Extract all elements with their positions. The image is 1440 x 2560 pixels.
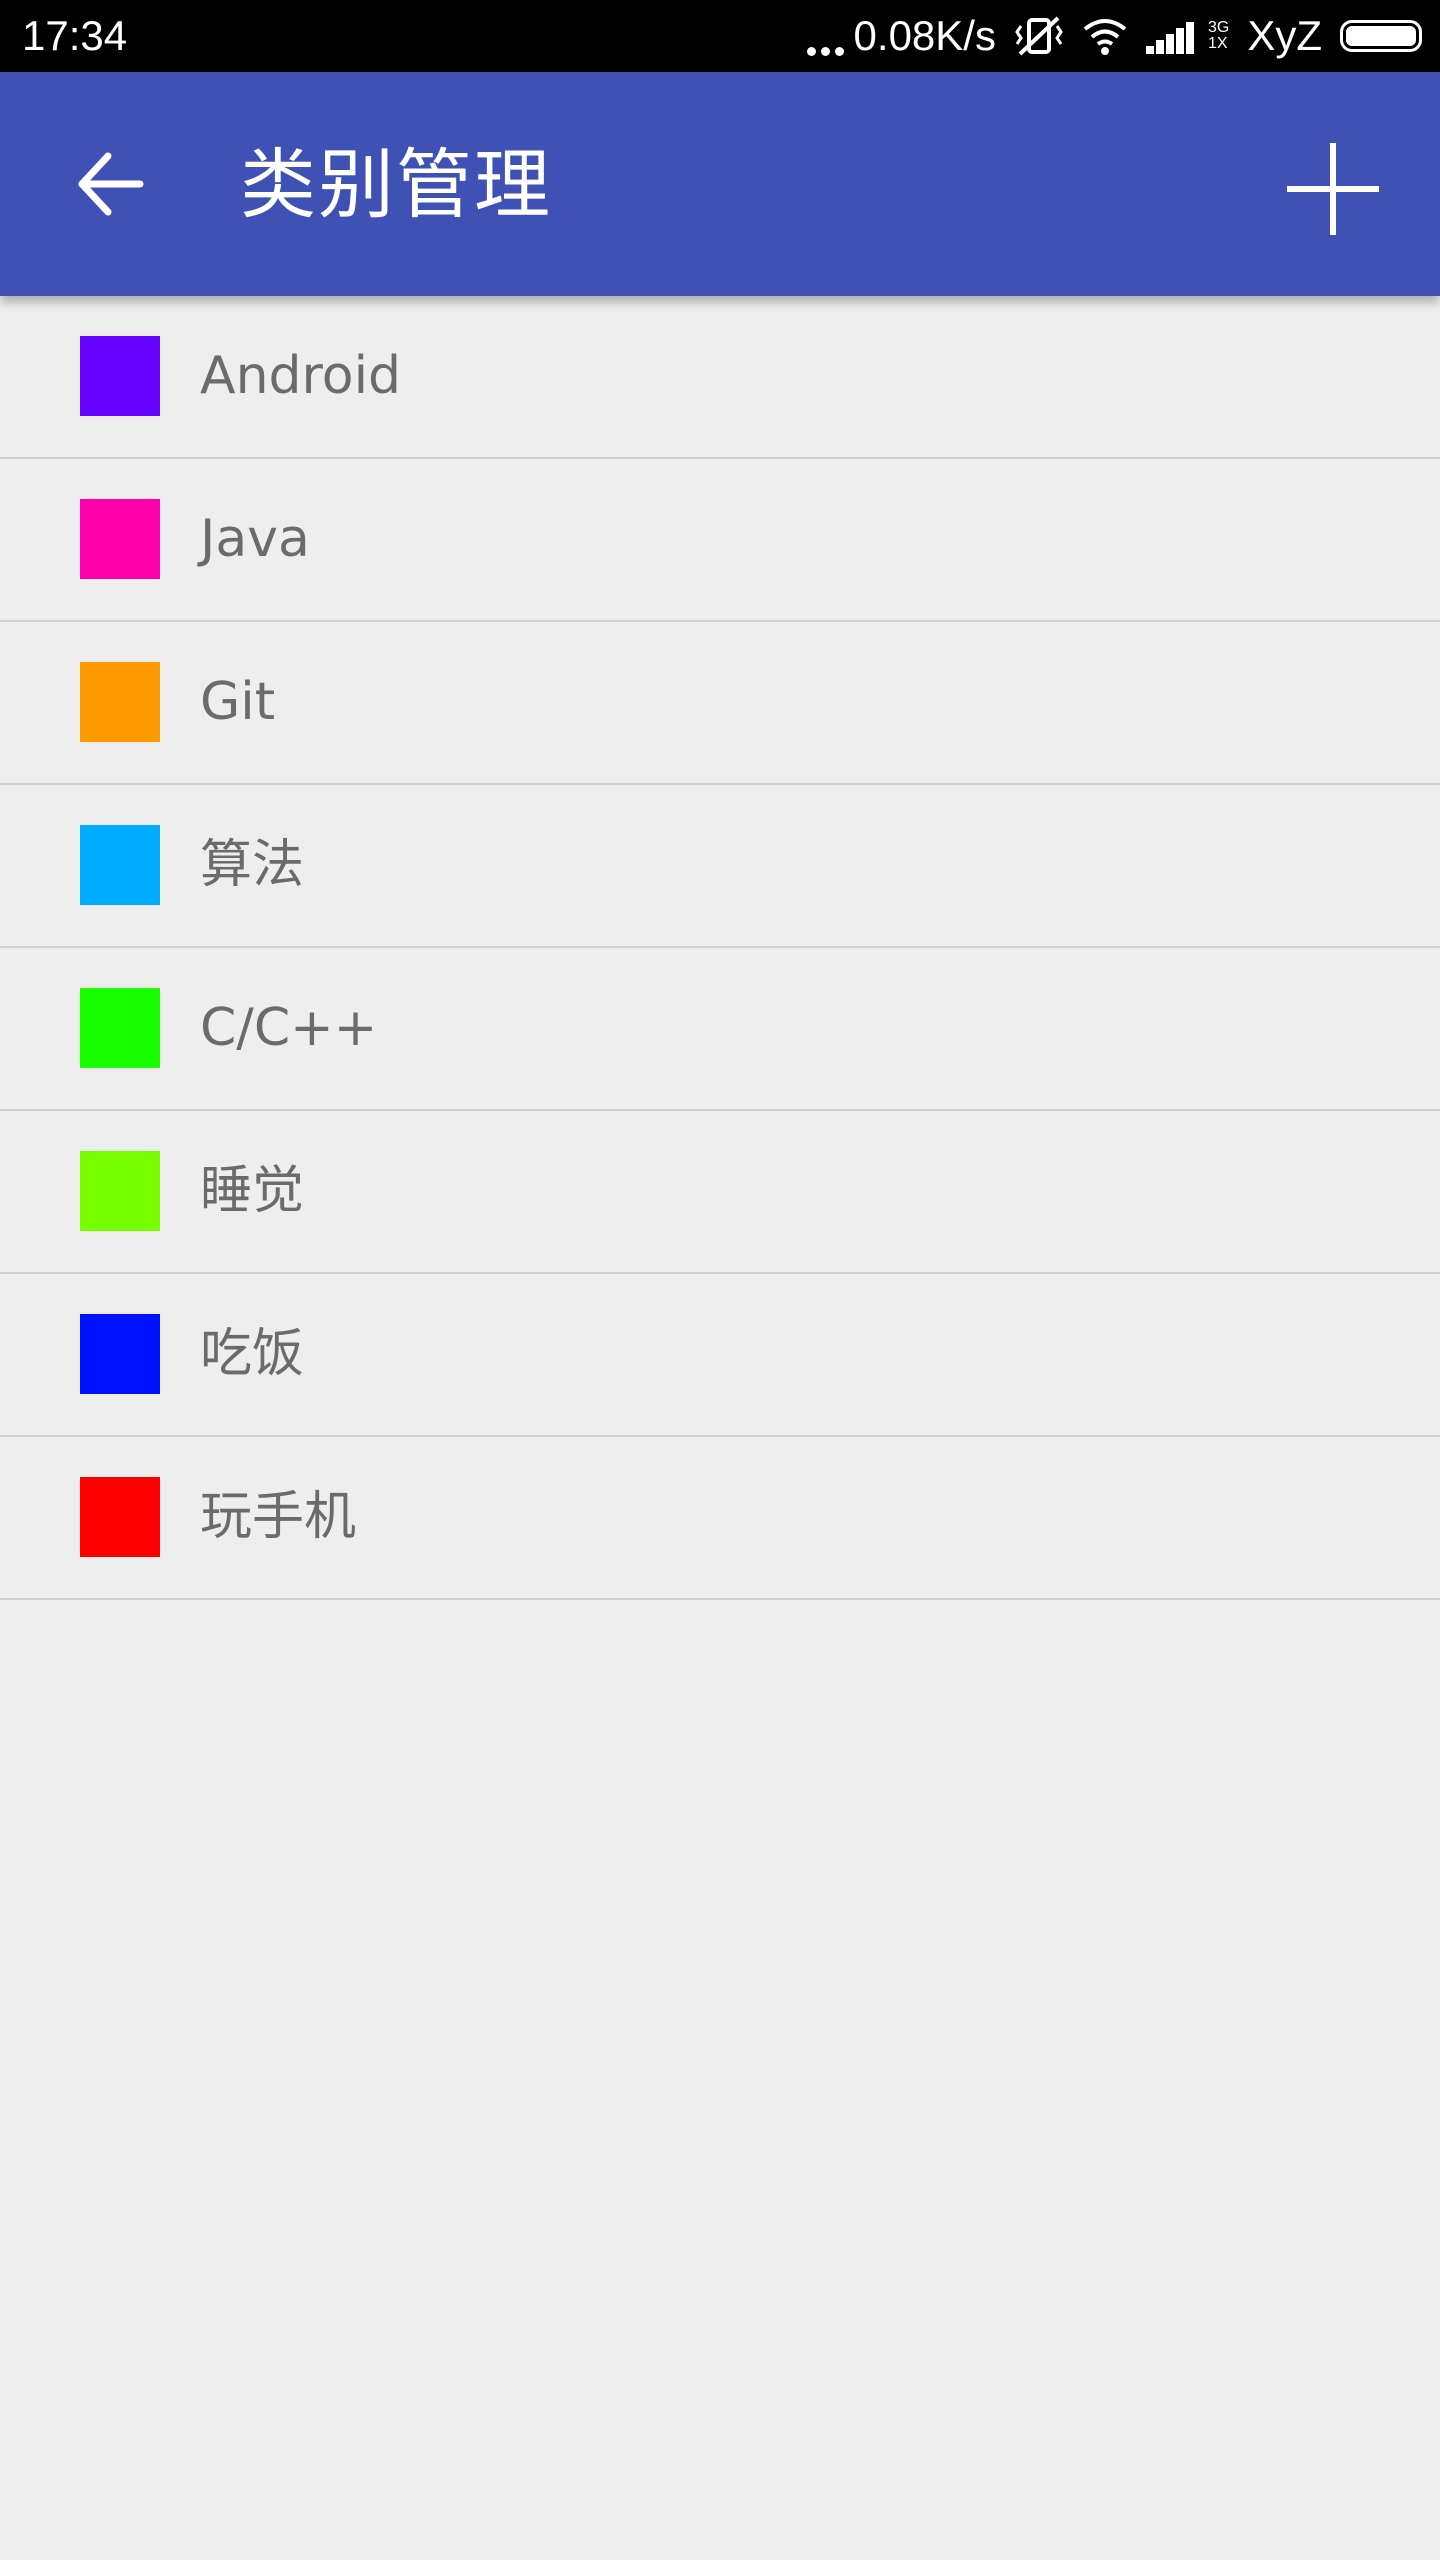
arrow-left-icon <box>78 152 144 216</box>
vibrate-icon <box>1015 16 1063 56</box>
plus-icon <box>1287 143 1379 235</box>
category-label: 吃饭 <box>200 1324 305 1384</box>
network-speed: 0.08K/s <box>853 12 996 59</box>
status-icons: 0.08K/s 3G 1X XyZ <box>806 0 1422 72</box>
list-item[interactable]: 玩手机 <box>0 1437 1440 1600</box>
category-label: C/C++ <box>200 998 378 1058</box>
color-swatch <box>80 988 160 1068</box>
category-label: Android <box>200 346 402 406</box>
category-label: Java <box>200 509 310 569</box>
color-swatch <box>80 336 160 416</box>
color-swatch <box>80 1314 160 1394</box>
wifi-icon <box>1083 19 1127 55</box>
list-item[interactable]: Android <box>0 296 1440 459</box>
signal-icon <box>1145 22 1194 54</box>
list-item[interactable]: 睡觉 <box>0 1111 1440 1274</box>
page-title: 类别管理 <box>240 140 552 229</box>
add-category-button[interactable] <box>1278 134 1388 244</box>
color-swatch <box>80 825 160 905</box>
category-list: Android Java Git 算法 C/C++ 睡觉 吃饭 玩手机 <box>0 296 1440 1600</box>
network-type-bottom: 1X <box>1207 35 1228 52</box>
color-swatch <box>80 1151 160 1231</box>
more-dots-icon <box>806 16 844 56</box>
list-item[interactable]: 算法 <box>0 785 1440 948</box>
network-type: 3G 1X <box>1208 20 1229 52</box>
status-time: 17:34 <box>22 12 128 59</box>
color-swatch <box>80 662 160 742</box>
network-type-top: 3G <box>1207 19 1230 36</box>
color-swatch <box>80 1477 160 1557</box>
back-button[interactable] <box>60 134 160 234</box>
category-label: Git <box>200 672 276 732</box>
color-swatch <box>80 499 160 579</box>
list-item[interactable]: Java <box>0 459 1440 622</box>
category-label: 玩手机 <box>200 1487 357 1547</box>
list-item[interactable]: C/C++ <box>0 948 1440 1111</box>
category-label: 算法 <box>200 835 305 895</box>
status-bar: 17:34 0.08K/s 3G 1X XyZ <box>0 0 1440 72</box>
category-label: 睡觉 <box>200 1161 305 1221</box>
app-bar: 类别管理 <box>0 72 1440 296</box>
list-item[interactable]: Git <box>0 622 1440 785</box>
carrier-name: XyZ <box>1247 12 1322 59</box>
battery-icon <box>1340 20 1422 52</box>
list-item[interactable]: 吃饭 <box>0 1274 1440 1437</box>
